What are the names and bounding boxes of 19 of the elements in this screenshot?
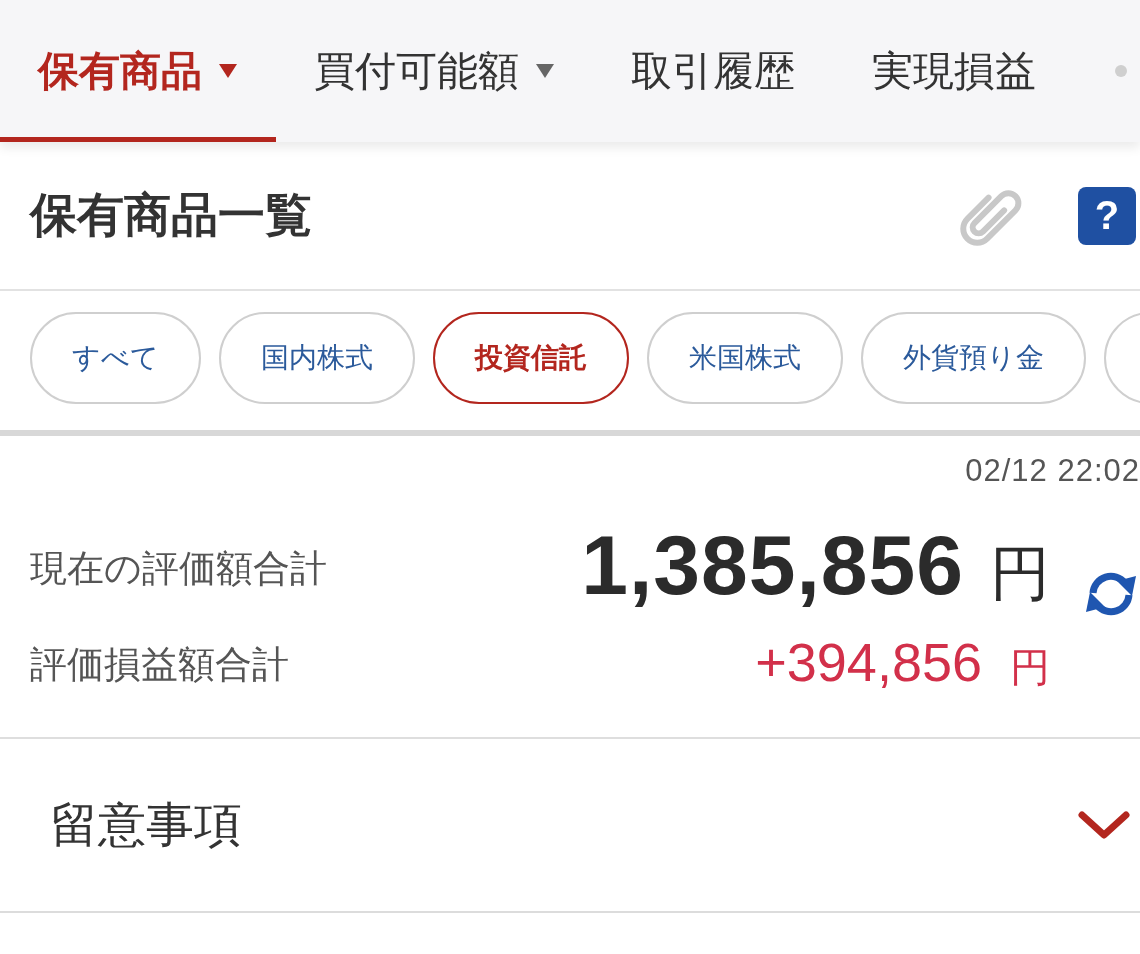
filter-chip[interactable]: 米国株式: [647, 312, 843, 404]
filter-chip[interactable]: 国内株式: [219, 312, 415, 404]
nav-tab[interactable]: 買付可能額: [276, 0, 593, 142]
dot-icon: [1115, 65, 1127, 77]
nav-tab[interactable]: 取引履歴: [593, 0, 834, 142]
nav-tab[interactable]: 保有商品: [0, 0, 276, 142]
help-button[interactable]: ?: [1078, 186, 1136, 245]
currency-unit: 円: [1010, 644, 1050, 691]
amount-value: 1,385,856: [581, 523, 964, 607]
summary-label: 現在の評価額合計: [30, 547, 328, 591]
nav-tab[interactable]: 実現損益: [834, 0, 1075, 142]
update-timestamp: 02/12 22:02: [965, 454, 1140, 487]
amount-value: +394,856: [755, 635, 982, 689]
filter-chip[interactable]: 外貨預り金: [861, 312, 1086, 404]
filter-chip[interactable]: 投資信託: [433, 312, 629, 404]
page-title: 保有商品一覧: [30, 187, 312, 243]
summary-label: 評価損益額合計: [30, 643, 290, 687]
filter-chip[interactable]: すべて: [30, 312, 201, 404]
currency-unit: 円: [990, 539, 1050, 609]
